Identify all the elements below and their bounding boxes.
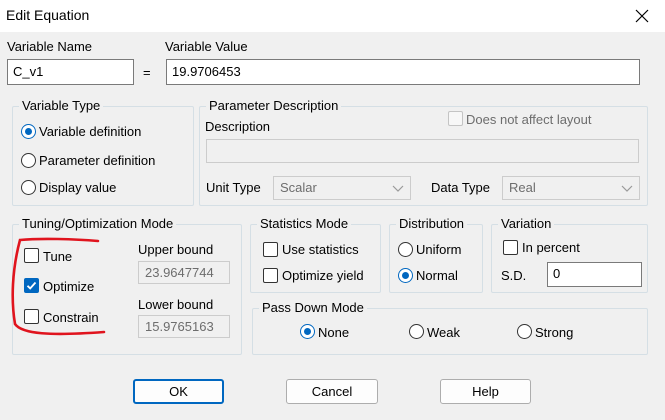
- optimize-yield-checkbox[interactable]: [263, 268, 278, 283]
- uniform-label: Uniform: [416, 242, 462, 257]
- use-statistics-checkbox[interactable]: [263, 242, 278, 257]
- normal-radio[interactable]: [398, 268, 413, 283]
- statistics-mode-label: Statistics Mode: [257, 216, 352, 231]
- variation-label: Variation: [498, 216, 555, 231]
- cancel-button[interactable]: Cancel: [286, 379, 378, 404]
- distribution-label: Distribution: [396, 216, 468, 231]
- strong-radio[interactable]: [517, 324, 532, 339]
- help-button[interactable]: Help: [440, 379, 531, 404]
- in-percent-checkbox[interactable]: [503, 240, 518, 255]
- ok-button[interactable]: OK: [133, 379, 224, 404]
- weak-radio[interactable]: [409, 324, 424, 339]
- none-radio[interactable]: [300, 324, 315, 339]
- pass-down-mode-label: Pass Down Mode: [259, 300, 367, 315]
- red-annotation-mark: [11, 237, 106, 336]
- sd-label: S.D.: [501, 268, 527, 283]
- use-statistics-label: Use statistics: [282, 242, 359, 257]
- in-percent-label: In percent: [522, 240, 580, 255]
- optimize-yield-label: Optimize yield: [282, 268, 364, 283]
- weak-label: Weak: [427, 325, 460, 340]
- normal-label: Normal: [416, 268, 458, 283]
- uniform-radio[interactable]: [398, 242, 413, 257]
- none-label: None: [318, 325, 350, 340]
- strong-label: Strong: [535, 325, 574, 340]
- sd-field[interactable]: 0: [547, 262, 642, 287]
